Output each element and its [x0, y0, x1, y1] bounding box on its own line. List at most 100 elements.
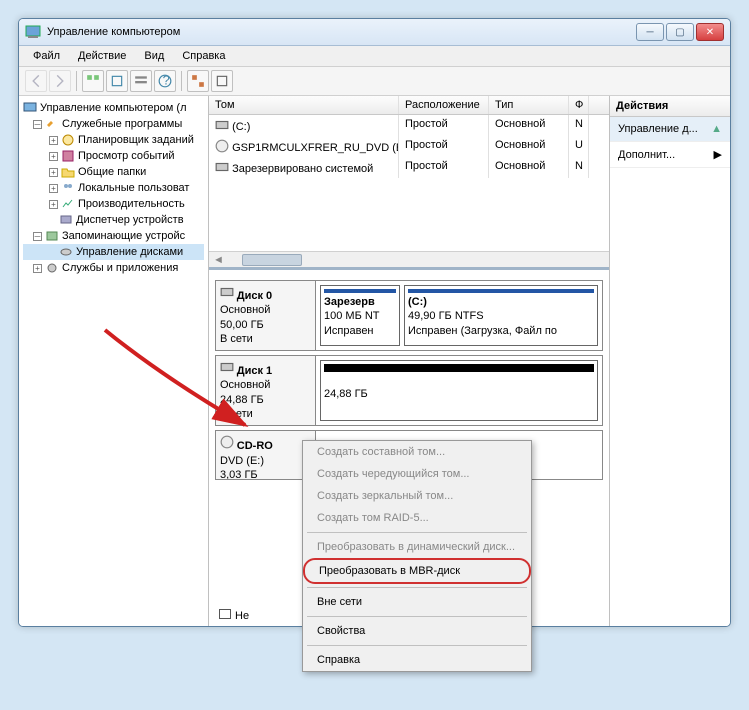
chevron-right-icon: ▶ [714, 148, 722, 161]
volume-row[interactable]: GSP1RMCULXFRER_RU_DVD (E:)ПростойОсновно… [209, 136, 609, 157]
toolbar-btn-2[interactable] [106, 70, 128, 92]
collapse-icon[interactable]: ─ [33, 120, 42, 129]
svg-text:?: ? [163, 74, 170, 88]
ctx-striped-volume[interactable]: Создать чередующийся том... [303, 463, 531, 485]
volume-icon [215, 160, 229, 174]
menu-help[interactable]: Справка [174, 48, 233, 64]
perf-icon [61, 197, 75, 211]
toolbar-btn-6[interactable] [211, 70, 233, 92]
volume-row[interactable]: Зарезервировано системойПростойОсновнойN [209, 157, 609, 178]
storage-icon [45, 229, 59, 243]
expand-icon[interactable]: + [49, 152, 58, 161]
window-title: Управление компьютером [47, 26, 636, 38]
volume-row[interactable]: (C:)ПростойОсновнойN [209, 115, 609, 136]
grid-icon [191, 74, 205, 88]
ctx-raid5-volume[interactable]: Создать том RAID-5... [303, 507, 531, 529]
menu-action[interactable]: Действие [70, 48, 134, 64]
action-more[interactable]: Дополнит...▶ [610, 142, 730, 168]
partition-c[interactable]: (C:)49,90 ГБ NTFSИсправен (Загрузка, Фай… [404, 285, 598, 346]
volume-icon [215, 118, 229, 132]
legend-unalloc-box [219, 609, 231, 619]
tree-group-services[interactable]: +Службы и приложения [23, 260, 204, 276]
maximize-button[interactable]: ▢ [666, 23, 694, 41]
expand-icon[interactable]: + [49, 136, 58, 145]
tree-perf[interactable]: +Производительность [23, 196, 204, 212]
event-icon [61, 149, 75, 163]
tree-disk-mgmt[interactable]: Управление дисками [23, 244, 204, 260]
toolbar-btn-1[interactable] [82, 70, 104, 92]
partition-unallocated[interactable]: 24,88 ГБ [320, 360, 598, 421]
expand-icon[interactable]: + [49, 168, 58, 177]
view-icon [86, 74, 100, 88]
expand-icon[interactable]: + [33, 264, 42, 273]
refresh-icon [110, 74, 124, 88]
tree-users[interactable]: +Локальные пользоват [23, 180, 204, 196]
back-button[interactable] [25, 70, 47, 92]
col-type[interactable]: Тип [489, 96, 569, 114]
tree-events[interactable]: +Просмотр событий [23, 148, 204, 164]
action-disk-mgmt[interactable]: Управление д...▲ [610, 117, 730, 142]
forward-button[interactable] [49, 70, 71, 92]
context-menu: Создать составной том... Создать чередую… [302, 440, 532, 672]
menu-view[interactable]: Вид [136, 48, 172, 64]
disk-icon [59, 245, 73, 259]
folder-icon [61, 165, 75, 179]
toolbar: ? [19, 67, 730, 96]
h-scrollbar[interactable]: ◄ [209, 251, 609, 267]
collapse-icon[interactable]: ─ [33, 232, 42, 241]
chevron-up-icon: ▲ [711, 123, 722, 135]
legend: Не [219, 609, 249, 622]
tree-scheduler[interactable]: +Планировщик заданий [23, 132, 204, 148]
col-fs[interactable]: Ф [569, 96, 589, 114]
scroll-thumb[interactable] [242, 254, 302, 266]
actions-panel: Действия Управление д...▲ Дополнит...▶ [610, 96, 730, 626]
disk-1-row[interactable]: Диск 1 Основной 24,88 ГБ В сети 24,88 ГБ [215, 355, 603, 426]
toolbar-btn-3[interactable] [130, 70, 152, 92]
arrow-left-icon [29, 74, 43, 88]
titlebar: Управление компьютером ─ ▢ ✕ [19, 19, 730, 46]
list-icon [134, 74, 148, 88]
actions-header: Действия [610, 96, 730, 117]
annotation-arrow [100, 325, 260, 445]
toolbar-btn-5[interactable] [187, 70, 209, 92]
minimize-button[interactable]: ─ [636, 23, 664, 41]
ctx-spanned-volume[interactable]: Создать составной том... [303, 441, 531, 463]
separator [307, 532, 527, 533]
arrow-right-icon [53, 74, 67, 88]
expand-icon[interactable]: + [49, 200, 58, 209]
close-button[interactable]: ✕ [696, 23, 724, 41]
separator [307, 587, 527, 588]
ctx-convert-mbr[interactable]: Преобразовать в MBR-диск [303, 558, 531, 584]
tree-group-utilities[interactable]: ─Служебные программы [23, 116, 204, 132]
ctx-properties[interactable]: Свойства [303, 620, 531, 642]
ctx-convert-dynamic[interactable]: Преобразовать в динамический диск... [303, 536, 531, 558]
col-volume[interactable]: Том [209, 96, 399, 114]
users-icon [61, 181, 75, 195]
ctx-offline[interactable]: Вне сети [303, 591, 531, 613]
menu-file[interactable]: Файл [25, 48, 68, 64]
services-icon [45, 261, 59, 275]
clock-icon [61, 133, 75, 147]
computer-icon [23, 101, 37, 115]
expand-icon[interactable]: + [49, 184, 58, 193]
help-icon: ? [158, 74, 172, 88]
disk-icon [220, 285, 234, 299]
disk-0-row[interactable]: Диск 0 Основной 50,00 ГБ В сети Зарезерв… [215, 280, 603, 351]
app-icon [25, 24, 41, 40]
volume-header: Том Расположение Тип Ф [209, 96, 609, 115]
ctx-mirror-volume[interactable]: Создать зеркальный том... [303, 485, 531, 507]
menubar: Файл Действие Вид Справка [19, 46, 730, 67]
tree-group-storage[interactable]: ─Запоминающие устройс [23, 228, 204, 244]
settings-icon [215, 74, 229, 88]
partition-reserved[interactable]: Зарезерв100 МБ NTИсправен [320, 285, 400, 346]
toolbar-btn-4[interactable]: ? [154, 70, 176, 92]
tree-shared[interactable]: +Общие папки [23, 164, 204, 180]
separator [307, 645, 527, 646]
dvd-icon [215, 139, 229, 153]
col-layout[interactable]: Расположение [399, 96, 489, 114]
tools-icon [45, 117, 59, 131]
separator [307, 616, 527, 617]
tree-root[interactable]: Управление компьютером (л [23, 100, 204, 116]
ctx-help[interactable]: Справка [303, 649, 531, 671]
tree-devices[interactable]: Диспетчер устройств [23, 212, 204, 228]
